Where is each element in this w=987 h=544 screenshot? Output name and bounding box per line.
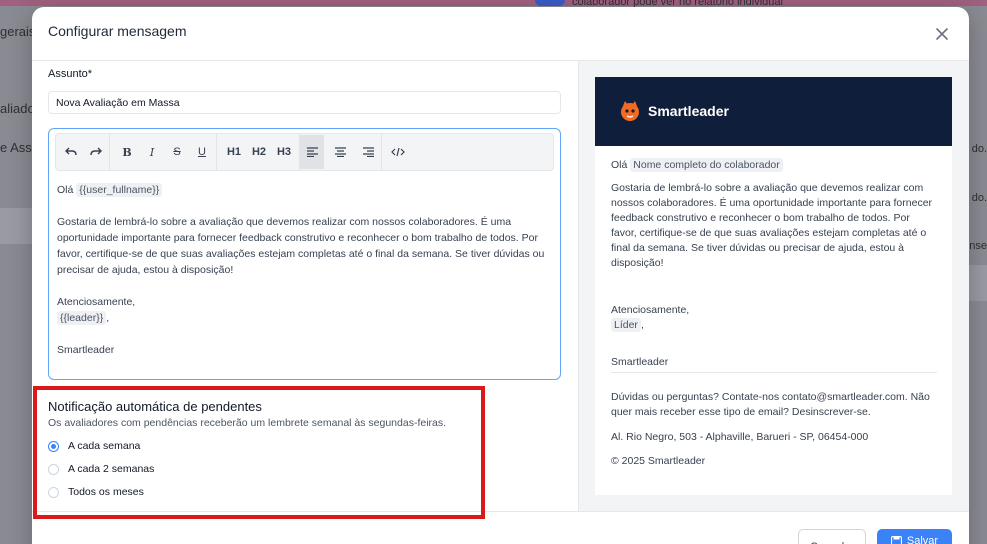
align-left-icon xyxy=(306,147,318,157)
save-icon xyxy=(890,536,902,544)
message-paragraph: Gostaria de lembrá-lo sobre a avaliação … xyxy=(57,216,545,276)
strikethrough-button[interactable]: S xyxy=(165,135,189,169)
signature-text: Smartleader xyxy=(57,344,115,356)
radio-option-weekly[interactable]: A cada semana xyxy=(48,440,140,452)
preview-body: Olá Nome completo do colaborador Gostari… xyxy=(611,158,937,370)
preview-leader-tag: Líder xyxy=(611,318,641,332)
notification-title: Notificação automática de pendentes xyxy=(48,399,262,414)
subject-input[interactable] xyxy=(48,91,561,114)
heading1-button[interactable]: H1 xyxy=(222,135,246,169)
cancel-button[interactable]: Cancelar xyxy=(798,529,866,544)
italic-icon: I xyxy=(149,145,155,159)
background-left-text: e Ass xyxy=(0,140,32,155)
preview-address: Al. Rio Negro, 503 - Alphaville, Barueri… xyxy=(611,431,869,443)
bold-icon: B xyxy=(122,145,132,159)
background-left-text: aliado xyxy=(0,101,35,116)
radio-button[interactable] xyxy=(48,463,59,475)
background-band xyxy=(967,265,987,301)
background-left-text: gerais xyxy=(0,24,36,39)
undo-icon xyxy=(65,147,77,156)
preview-divider xyxy=(611,372,937,373)
code-button[interactable] xyxy=(386,135,410,169)
notification-description: Os avaliadores com pendências receberão … xyxy=(48,417,447,429)
brand-name: Smartleader xyxy=(648,103,729,119)
align-center-icon xyxy=(334,147,346,157)
preview-paragraph: Gostaria de lembrá-lo sobre a avaliação … xyxy=(611,182,933,269)
leader-suffix: , xyxy=(106,312,110,324)
preview-copyright: © 2025 Smartleader xyxy=(611,455,706,467)
editor-toolbar: B I S U H1 H2 H3 xyxy=(55,133,554,171)
closing-text: Atenciosamente, xyxy=(57,296,136,308)
leader-tag: {{leader}} xyxy=(57,311,107,325)
heading3-button[interactable]: H3 xyxy=(272,135,296,169)
background-top-bar xyxy=(0,0,987,6)
radio-button[interactable] xyxy=(48,486,59,498)
underline-icon: U xyxy=(198,146,206,158)
undo-button[interactable] xyxy=(59,135,83,169)
heading2-button[interactable]: H2 xyxy=(247,135,271,169)
save-label: Salvar xyxy=(906,535,939,544)
smartleader-logo-icon xyxy=(621,101,639,121)
preview-user-tag: Nome completo do colaborador xyxy=(630,158,783,172)
strikethrough-icon: S xyxy=(173,146,181,158)
modal-header: Configurar mensagem xyxy=(32,7,969,61)
background-toggle xyxy=(535,0,565,6)
background-band xyxy=(0,208,32,244)
radio-label: A cada semana xyxy=(68,440,141,452)
align-right-icon xyxy=(362,147,374,157)
preview-header: Smartleader xyxy=(595,77,952,146)
radio-button[interactable] xyxy=(48,440,59,452)
toolbar-separator xyxy=(109,134,110,170)
align-right-button[interactable] xyxy=(356,135,380,169)
radio-label: Todos os meses xyxy=(68,486,144,498)
close-icon[interactable] xyxy=(933,25,951,43)
editor-content[interactable]: Olá {{user_fullname}} Gostaria de lembrá… xyxy=(57,182,552,358)
user-fullname-tag: {{user_fullname}} xyxy=(76,183,163,197)
align-left-button[interactable] xyxy=(300,135,324,169)
background-right-text: do. xyxy=(971,143,987,155)
redo-icon xyxy=(90,147,102,156)
preview-signature: Smartleader xyxy=(611,356,669,368)
toolbar-separator xyxy=(216,134,217,170)
italic-button[interactable]: I xyxy=(140,135,164,169)
rich-text-editor[interactable]: B I S U H1 H2 H3 Olá {{user_fullname}} G… xyxy=(48,128,561,380)
radio-label: A cada 2 semanas xyxy=(68,463,155,475)
radio-option-monthly[interactable]: Todos os meses xyxy=(48,486,144,498)
email-preview: Smartleader Olá Nome completo do colabor… xyxy=(595,77,952,495)
code-icon xyxy=(391,147,405,157)
bold-button[interactable]: B xyxy=(115,135,139,169)
background-right-text: do. xyxy=(971,192,987,204)
redo-button[interactable] xyxy=(84,135,108,169)
save-button[interactable]: Salvar xyxy=(877,529,952,544)
preview-questions: Dúvidas ou perguntas? Contate-nos contat… xyxy=(611,391,930,418)
preview-greeting: Olá xyxy=(611,159,628,171)
preview-closing: Atenciosamente, xyxy=(611,304,690,316)
underline-button[interactable]: U xyxy=(190,135,214,169)
preview-leader-suffix: , xyxy=(640,319,644,331)
preview-column: Smartleader Olá Nome completo do colabor… xyxy=(579,61,969,511)
greeting-text: Olá xyxy=(57,184,74,196)
modal-title: Configurar mensagem xyxy=(48,23,187,39)
toolbar-separator xyxy=(381,134,382,170)
align-center-button[interactable] xyxy=(328,135,352,169)
radio-option-biweekly[interactable]: A cada 2 semanas xyxy=(48,463,154,475)
subject-label: Assunto* xyxy=(48,68,93,80)
